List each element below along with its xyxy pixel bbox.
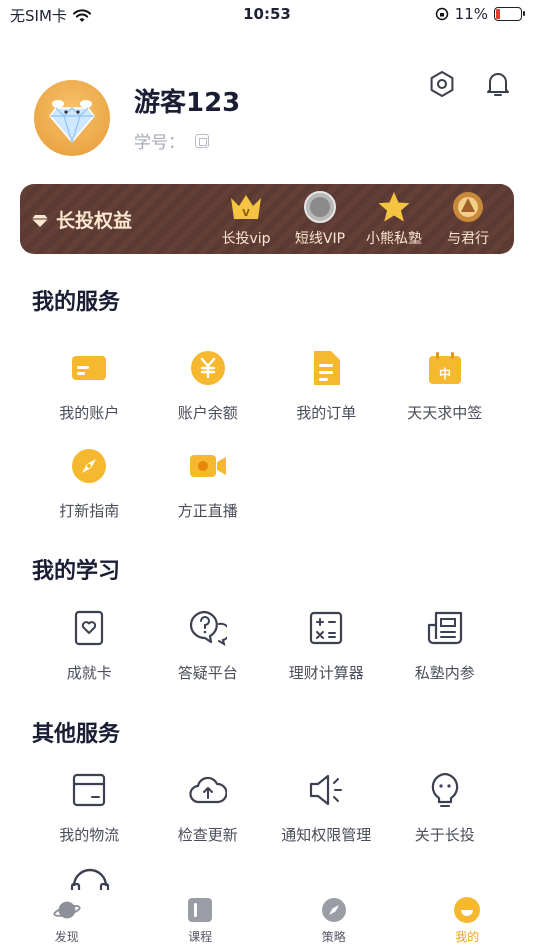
document-icon <box>314 351 341 385</box>
perk-label: 短线VIP <box>294 231 346 247</box>
compass-icon <box>321 898 346 922</box>
tab-label: 课程 <box>188 930 213 944</box>
learning-label: 成就卡 <box>66 664 112 682</box>
headset-icon <box>70 868 110 890</box>
rotation-lock-icon <box>435 7 448 21</box>
video-camera-icon <box>189 455 226 477</box>
service-label: 天天求中签 <box>407 404 483 422</box>
tab-label: 策略 <box>321 930 346 944</box>
learning-grid: 成就卡 答疑平台 理财计算器 私塾内参 <box>30 600 504 698</box>
perk-item[interactable]: 小熊私塾 <box>362 190 426 248</box>
notifications-button[interactable] <box>482 68 514 100</box>
tab-discover[interactable]: 发现 <box>0 890 134 950</box>
other-grid: 我的物流 检查更新 通知权限管理 关于长投 <box>30 762 504 860</box>
perk-list: V 长投vip 短线VIP 小熊私塾 与君行 <box>214 190 500 248</box>
learning-title: 我的学习 <box>32 559 121 584</box>
diamond-icon <box>32 214 48 227</box>
learning-achievement[interactable]: 成就卡 <box>30 600 149 698</box>
bulb-face-icon <box>431 772 458 807</box>
yuan-coin-icon <box>190 351 225 385</box>
other-about[interactable]: 关于长投 <box>386 762 505 860</box>
svg-text:V: V <box>242 208 250 219</box>
battery-percent: 11% <box>454 5 488 23</box>
other-title: 其他服务 <box>32 722 121 747</box>
planet-icon <box>53 901 81 919</box>
username: 游客123 <box>134 88 241 118</box>
learning-qa[interactable]: 答疑平台 <box>149 600 268 698</box>
tab-label: 发现 <box>54 930 79 944</box>
tab-mine[interactable]: 我的 <box>401 890 534 950</box>
crown-icon: V <box>231 195 261 219</box>
smile-icon <box>454 897 481 923</box>
perk-label: 长投vip <box>221 231 271 247</box>
service-orders[interactable]: 我的订单 <box>267 340 386 438</box>
calendar-icon: 中 <box>428 352 461 384</box>
service-balance[interactable]: 账户余额 <box>149 340 268 438</box>
services-title: 我的服务 <box>32 290 121 315</box>
header-actions <box>426 68 514 100</box>
cloud-upload-icon <box>189 776 227 804</box>
star-icon <box>378 192 410 222</box>
learning-label: 答疑平台 <box>177 664 238 682</box>
learning-label: 理财计算器 <box>288 664 364 682</box>
service-ipo-guide[interactable]: 打新指南 <box>30 438 149 536</box>
other-label: 通知权限管理 <box>281 826 372 844</box>
perk-item[interactable]: 与君行 <box>436 190 500 248</box>
other-label: 关于长投 <box>414 826 475 844</box>
service-label: 方正直播 <box>177 502 238 520</box>
learning-calculator[interactable]: 理财计算器 <box>267 600 386 698</box>
package-icon <box>73 773 106 807</box>
avatar[interactable] <box>34 80 110 156</box>
question-bubble-icon <box>189 610 227 646</box>
services-grid: 我的账户 账户余额 我的订单 中 天天求中签 打新指南 方正直播 <box>30 340 504 536</box>
emblem-icon <box>453 192 483 222</box>
other-label: 我的物流 <box>59 826 120 844</box>
diamond-mascot-icon <box>49 100 95 145</box>
perk-label: 小熊私塾 <box>366 231 422 247</box>
status-right: 11% <box>435 5 525 23</box>
other-update[interactable]: 检查更新 <box>149 762 268 860</box>
service-label: 我的账户 <box>59 404 120 422</box>
rights-banner[interactable]: 长投权益 V 长投vip 短线VIP 小熊私塾 与君行 <box>20 184 514 254</box>
other-label: 检查更新 <box>177 826 238 844</box>
perk-item[interactable]: 短线VIP <box>288 190 352 248</box>
service-label: 打新指南 <box>59 502 120 520</box>
other-notification[interactable]: 通知权限管理 <box>267 762 386 860</box>
tab-strategy[interactable]: 策略 <box>267 890 401 950</box>
hexagon-settings-icon <box>430 71 454 97</box>
bell-icon <box>487 73 509 96</box>
heart-card-icon <box>75 610 104 646</box>
banner-title-group: 长投权益 <box>32 206 132 233</box>
copy-icon[interactable] <box>195 133 209 148</box>
compass-icon <box>72 449 107 483</box>
banner-title: 长投权益 <box>56 210 133 232</box>
battery-icon <box>494 7 525 21</box>
learning-newsletter[interactable]: 私塾内参 <box>386 600 505 698</box>
svg-text:中: 中 <box>439 366 451 381</box>
other-logistics[interactable]: 我的物流 <box>30 762 149 860</box>
status-bar: 无SIM卡 10:53 11% <box>0 0 534 30</box>
service-label: 账户余额 <box>177 404 238 422</box>
headset-icon-peek <box>70 864 110 890</box>
learning-label: 私塾内参 <box>414 664 475 682</box>
student-id-label: 学号： <box>134 133 185 153</box>
card-icon <box>72 356 107 380</box>
service-live[interactable]: 方正直播 <box>149 438 268 536</box>
service-label: 我的订单 <box>296 404 357 422</box>
service-lottery[interactable]: 中 天天求中签 <box>386 340 505 438</box>
student-id-row: 学号： <box>134 128 209 153</box>
tab-label: 我的 <box>455 930 480 944</box>
perk-item[interactable]: V 长投vip <box>214 190 278 248</box>
tab-courses[interactable]: 课程 <box>134 890 268 950</box>
settings-button[interactable] <box>426 68 458 100</box>
book-icon <box>188 898 213 922</box>
calculator-icon <box>310 611 343 645</box>
perk-label: 与君行 <box>447 231 489 247</box>
coin-icon <box>304 191 336 223</box>
newspaper-icon <box>427 611 462 645</box>
tab-bar: 发现 课程 策略 我的 <box>0 890 534 950</box>
service-account[interactable]: 我的账户 <box>30 340 149 438</box>
speaker-icon <box>310 774 343 806</box>
